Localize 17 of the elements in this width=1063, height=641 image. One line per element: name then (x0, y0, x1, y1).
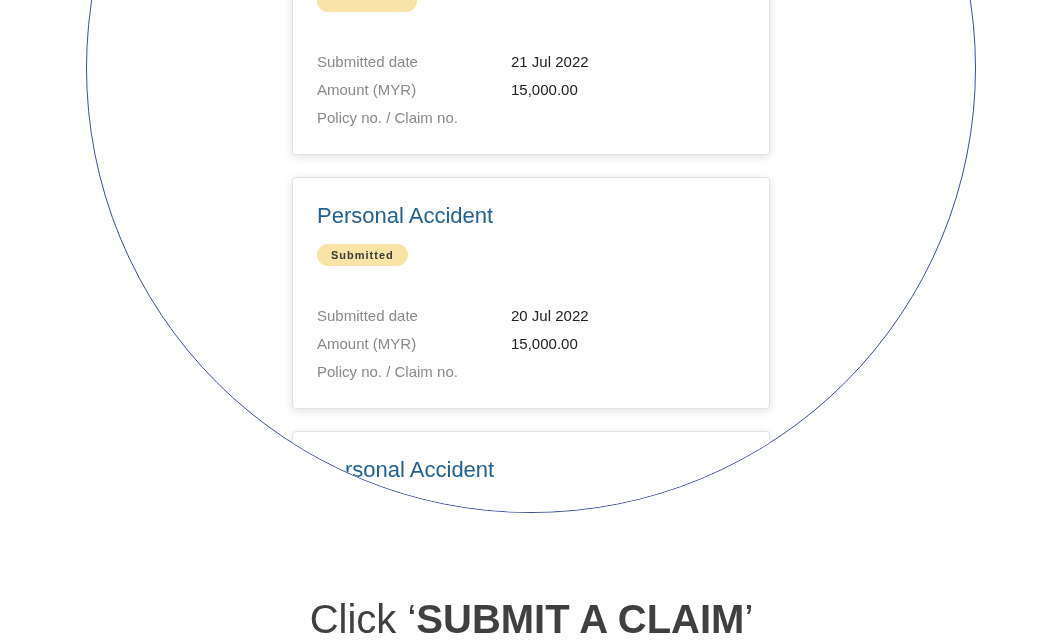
detail-value: 21 Jul 2022 (511, 51, 589, 72)
detail-value: 20 Jul 2022 (511, 305, 589, 326)
claim-card[interactable]: Submitted date 21 Jul 2022 Amount (MYR) 15,000.00 Policy no. / Claim no. (292, 0, 770, 155)
claim-card[interactable]: Personal Accident Submitted Submitted date 20 Jul 2022 Amount (MYR) 15,000.00 Policy no. / Claim no. (292, 177, 770, 409)
status-badge: Submitted (317, 244, 408, 266)
detail-value: 15,000.00 (511, 333, 578, 354)
claim-title: rsonal Accident (344, 456, 496, 484)
detail-label: Amount (MYR) (317, 79, 418, 100)
detail-label: Policy no. / Claim no. (317, 361, 459, 382)
detail-label: Submitted date (317, 51, 419, 72)
claim-card[interactable]: rsonal Accident (292, 431, 770, 512)
detail-label: Amount (MYR) (317, 333, 418, 354)
claim-title: Personal Accident (317, 202, 495, 230)
instruction-caption: Click ‘SUBMIT A CLAIM’ (308, 598, 755, 640)
detail-label: Submitted date (317, 305, 419, 326)
detail-value: 15,000.00 (511, 79, 578, 100)
detail-label: Policy no. / Claim no. (317, 107, 459, 128)
